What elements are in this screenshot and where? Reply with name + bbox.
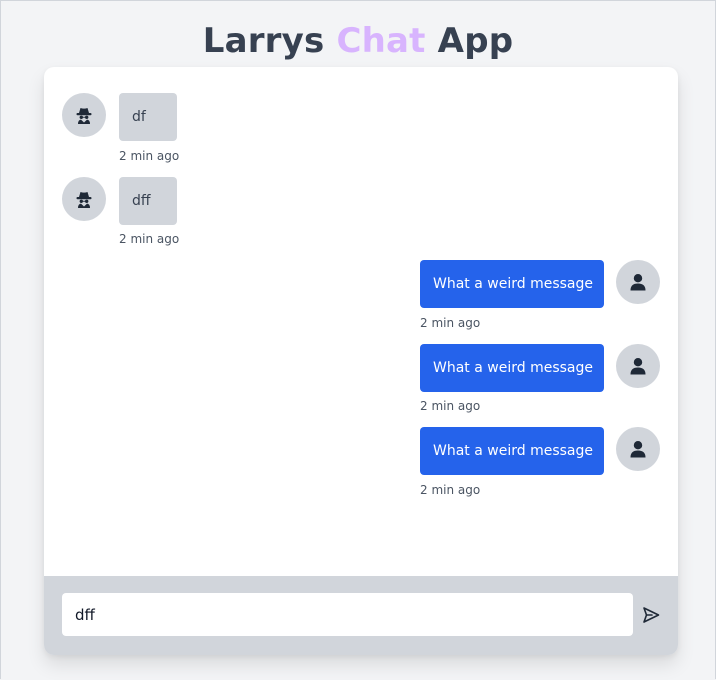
chat-window: df 2 min ago dff 2 min ago What a weird … <box>44 67 678 655</box>
message-composer <box>44 576 678 655</box>
title-part-2: App <box>425 21 514 61</box>
send-icon <box>643 607 660 623</box>
message-timestamp: 2 min ago <box>420 483 481 497</box>
page-title: Larrys Chat App <box>0 18 716 64</box>
message-bubble: What a weird message <box>420 344 604 392</box>
user-icon <box>630 441 646 458</box>
message-input[interactable] <box>62 593 633 636</box>
user-icon <box>630 358 646 375</box>
avatar <box>616 344 660 388</box>
spy-icon <box>76 108 92 124</box>
send-button[interactable] <box>640 604 662 626</box>
message-bubble: df <box>119 93 177 141</box>
user-icon <box>630 274 646 291</box>
message-outgoing: What a weird message 2 min ago <box>44 401 678 501</box>
message-bubble: dff <box>119 177 177 225</box>
avatar <box>62 93 106 137</box>
spy-icon <box>76 192 92 208</box>
title-part-1: Larrys <box>202 21 337 61</box>
avatar <box>616 260 660 304</box>
avatar <box>616 427 660 471</box>
title-accent: Chat <box>336 21 426 61</box>
message-bubble: What a weird message <box>420 427 604 475</box>
avatar <box>62 177 106 221</box>
message-bubble: What a weird message <box>420 260 604 308</box>
